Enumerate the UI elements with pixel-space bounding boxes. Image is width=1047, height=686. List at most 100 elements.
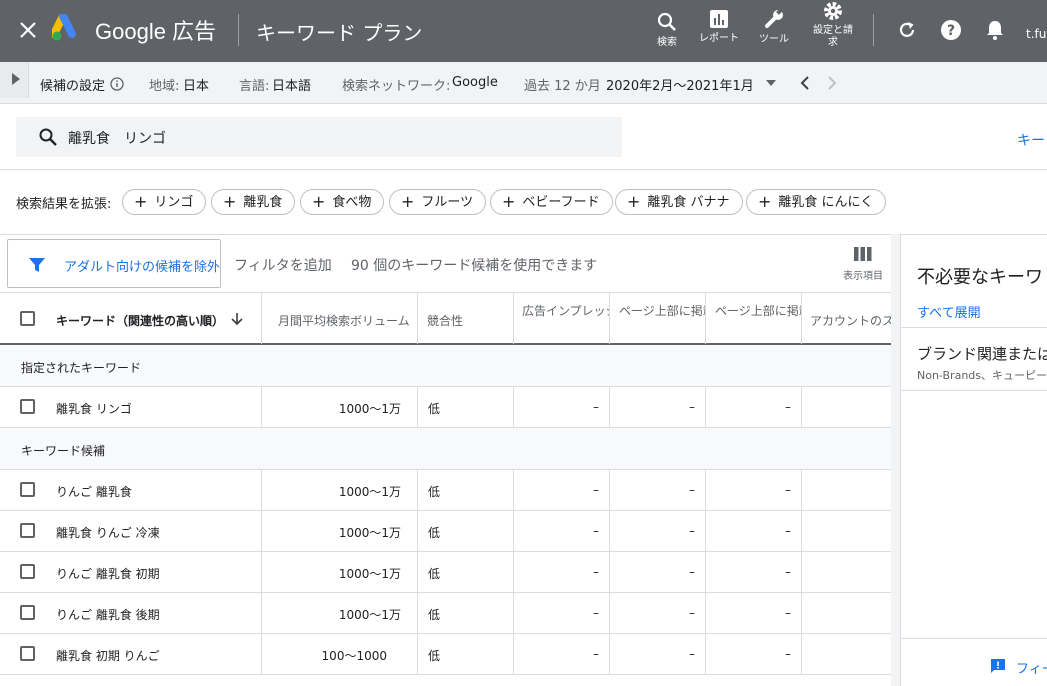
volume-cell: 100～1000 — [321, 649, 387, 663]
chip-fruits[interactable]: + フルーツ — [389, 189, 487, 215]
search-tool-label: 検索 — [657, 37, 677, 48]
bid-low-cell: – — [689, 400, 695, 414]
notification-bell-icon[interactable] — [986, 19, 1004, 41]
tools-button[interactable]: ツール — [756, 0, 792, 62]
select-all-checkbox[interactable] — [20, 311, 35, 326]
google-ads-logo — [52, 14, 76, 41]
feedback-link[interactable]: フィー — [1016, 658, 1047, 677]
bid-low-cell: – — [689, 606, 695, 620]
keyword-column-label: キーワード（関連性の高い順） — [56, 314, 225, 328]
report-tool-button[interactable]: レポート — [698, 0, 740, 62]
impression-cell: – — [593, 524, 599, 538]
vertical-scrollbar[interactable] — [891, 234, 900, 686]
group-label: 指定されたキーワード — [21, 361, 142, 375]
bid-high-cell: – — [785, 400, 791, 414]
exclude-adult-filter-button[interactable]: アダルト向けの候補を除外 — [7, 239, 221, 288]
impression-cell: – — [593, 483, 599, 497]
refresh-icon[interactable] — [897, 20, 917, 40]
keyword-search-input[interactable]: 離乳食 リンゴ — [16, 117, 622, 157]
panel-divider — [901, 390, 1047, 391]
triangle-right-icon — [12, 73, 20, 85]
period-value[interactable]: 2020年2月～2021年1月 — [606, 75, 754, 94]
panel-divider — [901, 638, 1047, 639]
brand-section-detail: Non-Brands、キューピー — [917, 369, 1047, 382]
account-status-header[interactable]: アカウントのステータス — [802, 293, 891, 344]
competition-cell: 低 — [428, 649, 441, 663]
info-icon[interactable] — [110, 77, 124, 91]
sort-down-arrow-icon[interactable] — [231, 312, 243, 326]
chevron-right-icon[interactable] — [827, 76, 837, 90]
header-divider — [238, 14, 239, 46]
volume-cell: 1000～1万 — [338, 402, 401, 416]
volume-cell: 1000～1万 — [338, 485, 401, 499]
chip-banana[interactable]: + 離乳食 バナナ — [615, 189, 743, 215]
competition-cell: 低 — [428, 402, 441, 416]
settings-expand-toggle[interactable] — [0, 62, 29, 98]
panel-divider — [901, 327, 1047, 328]
feedback-icon[interactable] — [990, 658, 1006, 674]
top-page-bid-low-header[interactable]: ページ上部に掲載 — [610, 293, 706, 344]
keyword-cell: りんご 離乳食 後期 — [56, 608, 160, 622]
row-checkbox[interactable] — [20, 646, 35, 661]
columns-button[interactable]: 表示項目 — [840, 245, 886, 282]
exclude-adult-label: アダルト向けの候補を除外 — [64, 260, 221, 275]
tools-label: ツール — [759, 34, 789, 45]
expand-all-link[interactable]: すべて展開 — [917, 302, 981, 321]
chevron-left-icon[interactable] — [800, 76, 810, 90]
volume-column-header[interactable]: 月間平均検索ボリューム — [262, 293, 418, 344]
row-checkbox[interactable] — [20, 482, 35, 497]
settings-billing-button[interactable]: 設定と請求 — [810, 0, 856, 62]
plus-icon: + — [312, 192, 326, 211]
table-row[interactable]: りんご 離乳食 1000～1万 低 – – – — [0, 470, 891, 511]
add-filter-button[interactable]: フィルタを追加 — [234, 255, 332, 275]
chip-ninniku[interactable]: + 離乳食 にんにく — [746, 189, 887, 215]
help-icon[interactable]: ? — [940, 19, 962, 41]
plus-icon: + — [223, 192, 237, 211]
keyword-column-header[interactable]: キーワード（関連性の高い順） — [0, 293, 262, 344]
brand-section-title[interactable]: ブランド関連または — [917, 343, 1047, 364]
chip-ringo[interactable]: + リンゴ — [122, 189, 207, 215]
row-checkbox[interactable] — [20, 399, 35, 414]
columns-icon — [854, 247, 872, 261]
chip-rinyushoku[interactable]: + 離乳食 — [211, 189, 296, 215]
row-checkbox[interactable] — [20, 564, 35, 579]
top-page-bid-high-header[interactable]: ページ上部に掲載 — [706, 293, 802, 344]
close-icon[interactable] — [17, 19, 39, 41]
table-row[interactable]: 離乳食 りんご 冷凍 1000～1万 低 – – – — [0, 511, 891, 552]
panel-title: 不必要なキーワ — [917, 267, 1043, 288]
network-value[interactable]: Google — [452, 75, 498, 90]
volume-cell: 1000～1万 — [338, 567, 401, 581]
keyword-count-text: 90 個のキーワード候補を使用できます — [351, 258, 598, 274]
keyword-link[interactable]: キー — [1017, 130, 1045, 150]
top-header: Google 広告 キーワード プラン 検索 レポート ツール 設定と請求 ? … — [0, 0, 1047, 62]
competition-column-header[interactable]: 競合性 — [418, 293, 514, 344]
dropdown-arrow-icon[interactable] — [766, 80, 776, 86]
language-value[interactable]: 日本語 — [272, 75, 311, 94]
group-label: キーワード候補 — [21, 444, 106, 458]
search-icon — [39, 128, 57, 146]
table-row[interactable]: りんご 離乳食 後期 1000～1万 低 – – – — [0, 593, 891, 634]
impression-column-header[interactable]: 広告インプレッション — [514, 293, 610, 344]
user-account[interactable]: t.ful — [1026, 27, 1047, 41]
chip-label: ベビーフード — [522, 195, 600, 210]
chip-tabemono[interactable]: + 食べ物 — [300, 189, 385, 215]
table-row[interactable]: 離乳食 リンゴ 1000～1万 低 – – – — [0, 387, 891, 428]
row-checkbox[interactable] — [20, 523, 35, 538]
refine-keywords-panel: 不必要なキーワ すべて展開 ブランド関連または Non-Brands、キューピー… — [900, 234, 1047, 686]
table-row[interactable]: 離乳食 初期 りんご 100～1000 低 – – – — [0, 634, 891, 675]
bid-low-cell: – — [689, 483, 695, 497]
region-value[interactable]: 日本 — [183, 75, 209, 94]
row-checkbox[interactable] — [20, 605, 35, 620]
keyword-cell: りんご 離乳食 — [56, 485, 132, 499]
plus-icon: + — [401, 192, 415, 211]
settings-bar: 候補の設定 地域: 日本 言語: 日本語 検索ネットワーク: Google 過去… — [0, 62, 1047, 104]
bid-high-cell: – — [785, 606, 791, 620]
search-tool-button[interactable]: 検索 — [650, 0, 684, 62]
chip-babyfood[interactable]: + ベビーフード — [490, 189, 613, 215]
keyword-cell: 離乳食 りんご 冷凍 — [56, 526, 160, 540]
impression-cell: – — [593, 565, 599, 579]
keyword-cell: 離乳食 リンゴ — [56, 402, 132, 416]
plus-icon: + — [758, 192, 772, 211]
table-row[interactable]: りんご 離乳食 初期 1000～1万 低 – – – — [0, 552, 891, 593]
report-icon — [710, 10, 728, 28]
